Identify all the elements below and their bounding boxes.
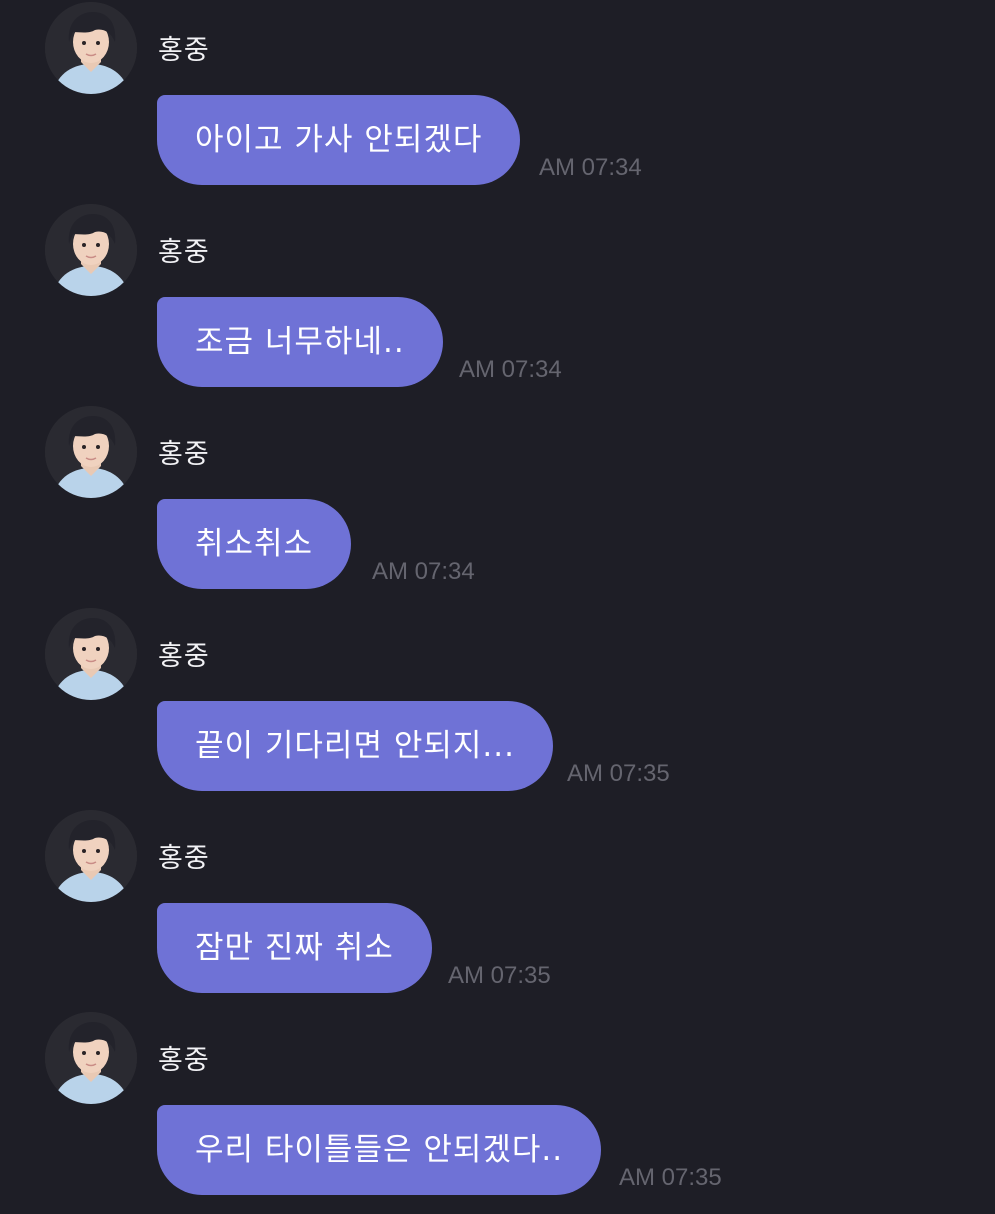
message-bubble[interactable]: 아이고 가사 안되겠다 (157, 95, 521, 185)
message-bubble[interactable]: 취소취소 (157, 499, 352, 589)
message-group: 홍중 아이고 가사 안되겠다 AM 07:34 (0, 2, 995, 204)
message-group: 홍중 잠만 진짜 취소 AM 07:35 (0, 810, 995, 1012)
avatar[interactable] (45, 2, 137, 94)
sender-name: 홍중 (158, 35, 210, 66)
message-timestamp: AM 07:34 (539, 154, 642, 181)
message-bubble[interactable]: 조금 너무하네.. (157, 297, 443, 387)
avatar[interactable] (45, 810, 137, 902)
message-timestamp: AM 07:34 (372, 558, 475, 585)
message-timestamp: AM 07:34 (459, 356, 562, 383)
message-timestamp: AM 07:35 (448, 962, 551, 989)
avatar[interactable] (45, 204, 137, 296)
sender-name: 홍중 (158, 439, 210, 470)
message-bubble[interactable]: 끝이 기다리면 안되지... (157, 701, 553, 791)
avatar[interactable] (45, 406, 137, 498)
profile-photo-icon (45, 608, 137, 700)
avatar[interactable] (45, 1012, 137, 1104)
profile-photo-icon (45, 2, 137, 94)
avatar[interactable] (45, 608, 137, 700)
message-timestamp: AM 07:35 (619, 1164, 722, 1191)
message-group: 홍중 조금 너무하네.. AM 07:34 (0, 204, 995, 406)
profile-photo-icon (45, 810, 137, 902)
message-timestamp: AM 07:35 (567, 760, 670, 787)
profile-photo-icon (45, 406, 137, 498)
sender-name: 홍중 (158, 843, 210, 874)
profile-photo-icon (45, 204, 137, 296)
sender-name: 홍중 (158, 1045, 210, 1076)
sender-name: 홍중 (158, 641, 210, 672)
profile-photo-icon (45, 1012, 137, 1104)
message-group: 홍중 끝이 기다리면 안되지... AM 07:35 (0, 608, 995, 810)
chat-message-list: 홍중 아이고 가사 안되겠다 AM 07:34 홍중 조금 너무하네.. AM … (0, 0, 995, 1200)
sender-name: 홍중 (158, 237, 210, 268)
message-group: 홍중 우리 타이틀들은 안되겠다.. AM 07:35 (0, 1012, 995, 1214)
message-bubble[interactable]: 잠만 진짜 취소 (157, 903, 432, 993)
message-bubble[interactable]: 우리 타이틀들은 안되겠다.. (157, 1105, 602, 1195)
message-group: 홍중 취소취소 AM 07:34 (0, 406, 995, 608)
